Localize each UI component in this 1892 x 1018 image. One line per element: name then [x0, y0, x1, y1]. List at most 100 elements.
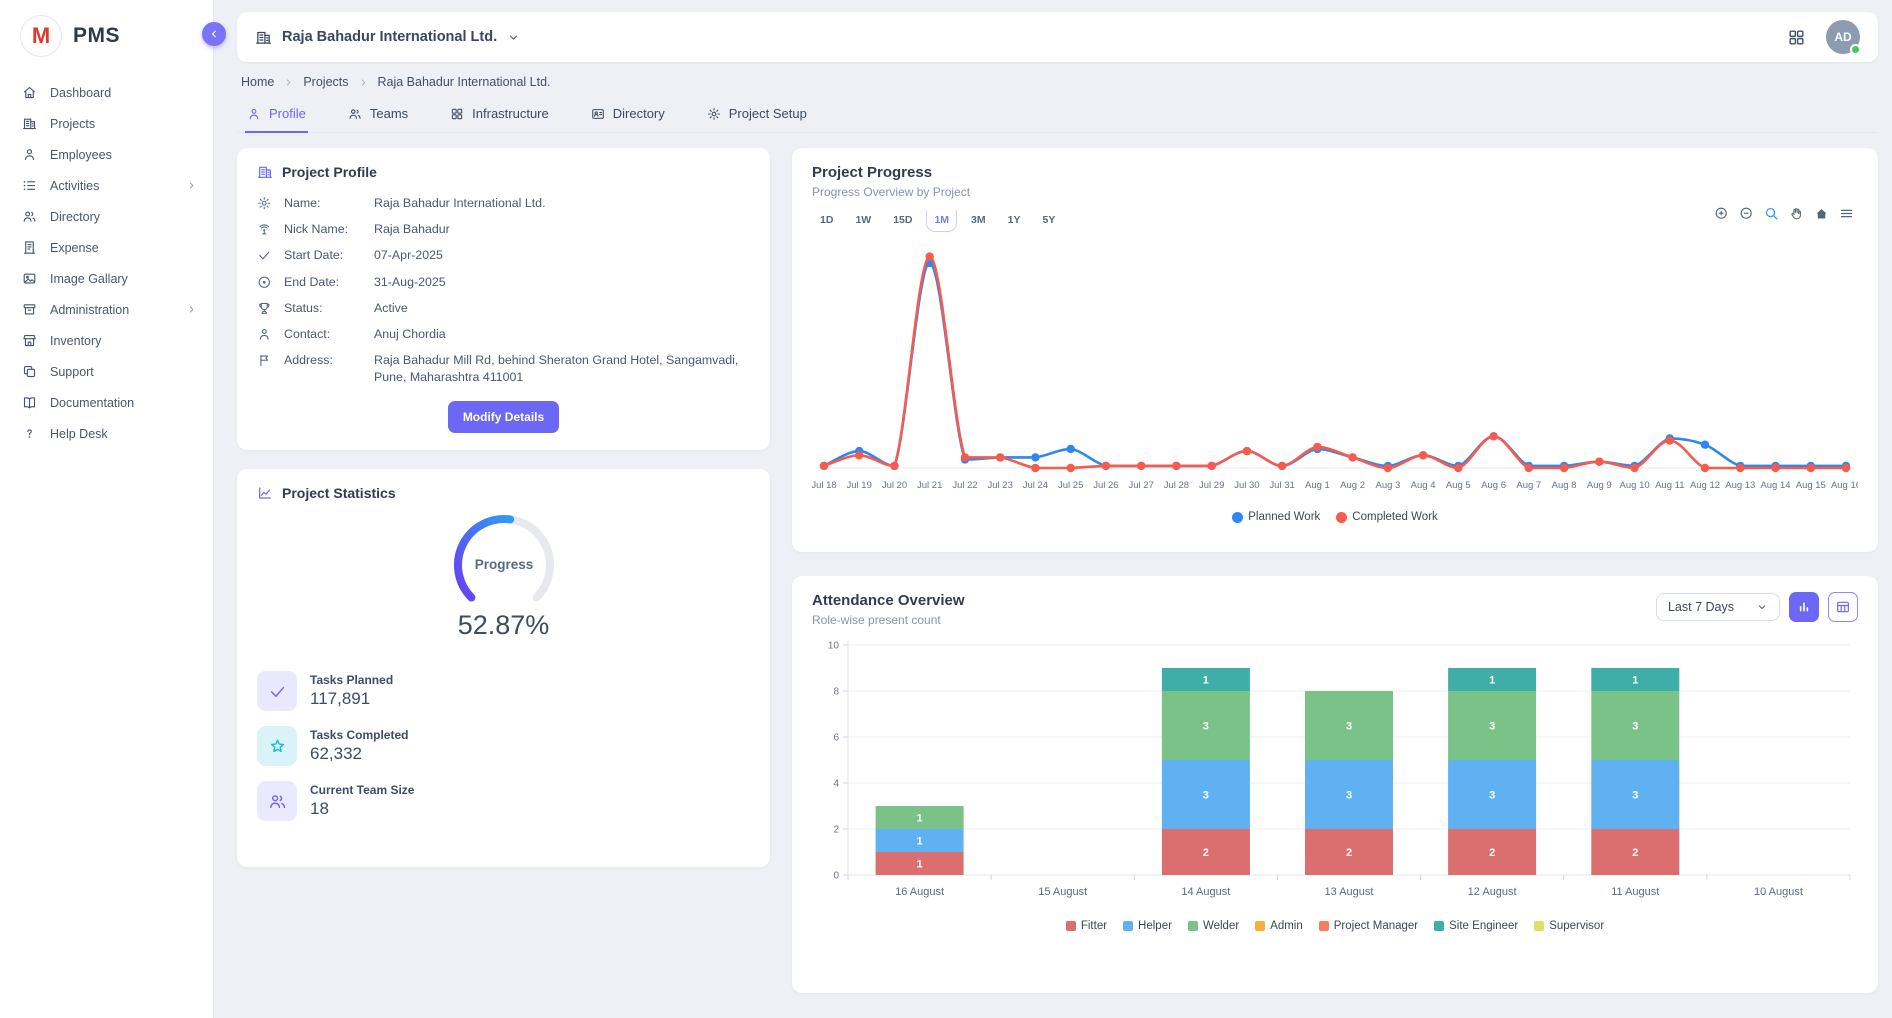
legend-label: Admin [1270, 920, 1303, 932]
profile-field-name: Name:Raja Bahadur International Ltd. [257, 195, 750, 212]
project-progress-subtitle: Progress Overview by Project [812, 185, 1858, 199]
sidebar-item-image-gallary[interactable]: Image Gallary [0, 263, 213, 294]
svg-text:Aug 3: Aug 3 [1375, 480, 1400, 491]
range-button-1y[interactable]: 1Y [1000, 210, 1029, 232]
legend-helper[interactable]: Helper [1123, 920, 1172, 932]
sidebar-item-expense[interactable]: Expense [0, 232, 213, 263]
svg-text:3: 3 [1346, 721, 1352, 733]
tab-profile[interactable]: Profile [245, 98, 308, 133]
svg-text:2: 2 [833, 825, 839, 836]
sidebar-item-documentation[interactable]: Documentation [0, 387, 213, 418]
sidebar-item-dashboard[interactable]: Dashboard [0, 77, 213, 108]
range-button-5y[interactable]: 5Y [1034, 210, 1063, 232]
zoom-in-icon[interactable] [1714, 206, 1729, 221]
breadcrumb-item-home[interactable]: Home [241, 75, 274, 89]
legend-swatch [1534, 921, 1544, 931]
tab-project-setup[interactable]: Project Setup [705, 98, 809, 133]
reset-icon[interactable] [1814, 206, 1829, 221]
modify-details-button[interactable]: Modify Details [448, 401, 559, 433]
legend-site-engineer[interactable]: Site Engineer [1434, 920, 1518, 932]
svg-text:15 August: 15 August [1038, 886, 1087, 898]
svg-text:Jul 30: Jul 30 [1234, 480, 1259, 491]
date-filter-select[interactable]: Last 7 Days [1656, 593, 1780, 621]
sidebar-item-inventory[interactable]: Inventory [0, 325, 213, 356]
legend-welder[interactable]: Welder [1188, 920, 1239, 932]
breadcrumb-item-raja-bahadur-international-ltd[interactable]: Raja Bahadur International Ltd. [378, 75, 551, 89]
svg-text:Aug 8: Aug 8 [1552, 480, 1577, 491]
project-statistics-title: Project Statistics [282, 485, 396, 501]
person-icon [22, 147, 37, 162]
svg-text:Jul 26: Jul 26 [1093, 480, 1118, 491]
range-button-1m[interactable]: 1M [926, 210, 957, 232]
range-button-15d[interactable]: 15D [885, 210, 920, 232]
range-button-3m[interactable]: 3M [963, 210, 994, 232]
apps-grid-icon[interactable] [1787, 28, 1806, 47]
sidebar-item-help-desk[interactable]: Help Desk [0, 418, 213, 449]
tab-label: Directory [613, 106, 665, 121]
tab-label: Teams [370, 106, 408, 121]
stat-iconbox [257, 671, 297, 711]
zoom-out-icon[interactable] [1739, 206, 1754, 221]
view-button-table[interactable] [1828, 592, 1858, 622]
legend-supervisor[interactable]: Supervisor [1534, 920, 1604, 932]
chevron-left-icon [208, 28, 220, 40]
svg-text:Jul 20: Jul 20 [882, 480, 907, 491]
view-button-bars[interactable] [1789, 592, 1819, 622]
sidebar-item-support[interactable]: Support [0, 356, 213, 387]
user-avatar[interactable]: AD [1826, 20, 1860, 54]
legend-swatch [1434, 921, 1444, 931]
field-label: Address: [284, 352, 362, 369]
legend-completed-work[interactable]: Completed Work [1336, 511, 1437, 523]
company-selector[interactable]: Raja Bahadur International Ltd. [255, 29, 520, 46]
sidebar-item-administration[interactable]: Administration [0, 294, 213, 325]
project-progress-card: Project Progress Progress Overview by Pr… [792, 148, 1878, 552]
book-icon [22, 395, 37, 410]
tab-teams[interactable]: Teams [346, 98, 410, 133]
attendance-subtitle: Role-wise present count [812, 613, 965, 627]
sidebar-collapse-button[interactable] [202, 22, 226, 46]
tab-directory[interactable]: Directory [589, 98, 667, 133]
range-button-1d[interactable]: 1D [812, 210, 841, 232]
tab-label: Profile [269, 106, 306, 121]
line-chart-legend: Planned Work Completed Work [812, 511, 1858, 523]
gear-icon [257, 196, 272, 211]
svg-text:Aug 6: Aug 6 [1481, 480, 1506, 491]
svg-text:8: 8 [833, 687, 839, 698]
chart-line-icon [257, 485, 273, 501]
sidebar-item-employees[interactable]: Employees [0, 139, 213, 170]
svg-text:Aug 7: Aug 7 [1516, 480, 1541, 491]
project-progress-chart[interactable]: Jul 18Jul 19Jul 20Jul 21Jul 22Jul 23Jul … [812, 232, 1858, 504]
svg-text:1: 1 [917, 813, 923, 825]
logo[interactable]: M PMS [0, 0, 213, 73]
sidebar-item-label: Administration [50, 303, 129, 317]
tab-infrastructure[interactable]: Infrastructure [448, 98, 551, 133]
legend-admin[interactable]: Admin [1255, 920, 1303, 932]
svg-text:0: 0 [833, 871, 839, 882]
menu-icon[interactable] [1839, 206, 1854, 221]
field-value: Raja Bahadur [374, 221, 750, 238]
svg-text:Jul 22: Jul 22 [952, 480, 977, 491]
sidebar-item-label: Expense [50, 241, 99, 255]
breadcrumb-item-projects[interactable]: Projects [303, 75, 348, 89]
legend-fitter[interactable]: Fitter [1066, 920, 1107, 932]
selection-zoom-icon[interactable] [1764, 206, 1779, 221]
sidebar-item-directory[interactable]: Directory [0, 201, 213, 232]
check-icon [257, 248, 272, 263]
people-icon [268, 792, 287, 811]
attendance-chart[interactable]: 024681011116 August15 August233114 Augus… [812, 637, 1858, 913]
pan-icon[interactable] [1789, 206, 1804, 221]
svg-text:16 August: 16 August [895, 886, 944, 898]
bars-icon [1796, 599, 1812, 615]
question-icon [22, 426, 37, 441]
sidebar-item-activities[interactable]: Activities [0, 170, 213, 201]
range-button-1w[interactable]: 1W [847, 210, 879, 232]
sidebar-item-projects[interactable]: Projects [0, 108, 213, 139]
svg-text:Aug 2: Aug 2 [1340, 480, 1365, 491]
logo-mark-icon: M [20, 15, 62, 57]
legend-planned-work[interactable]: Planned Work [1232, 511, 1320, 523]
grid-icon [450, 107, 464, 121]
svg-text:Jul 29: Jul 29 [1199, 480, 1224, 491]
svg-text:2: 2 [1346, 847, 1352, 859]
contact-card-icon [591, 107, 605, 121]
legend-project-manager[interactable]: Project Manager [1319, 920, 1418, 932]
